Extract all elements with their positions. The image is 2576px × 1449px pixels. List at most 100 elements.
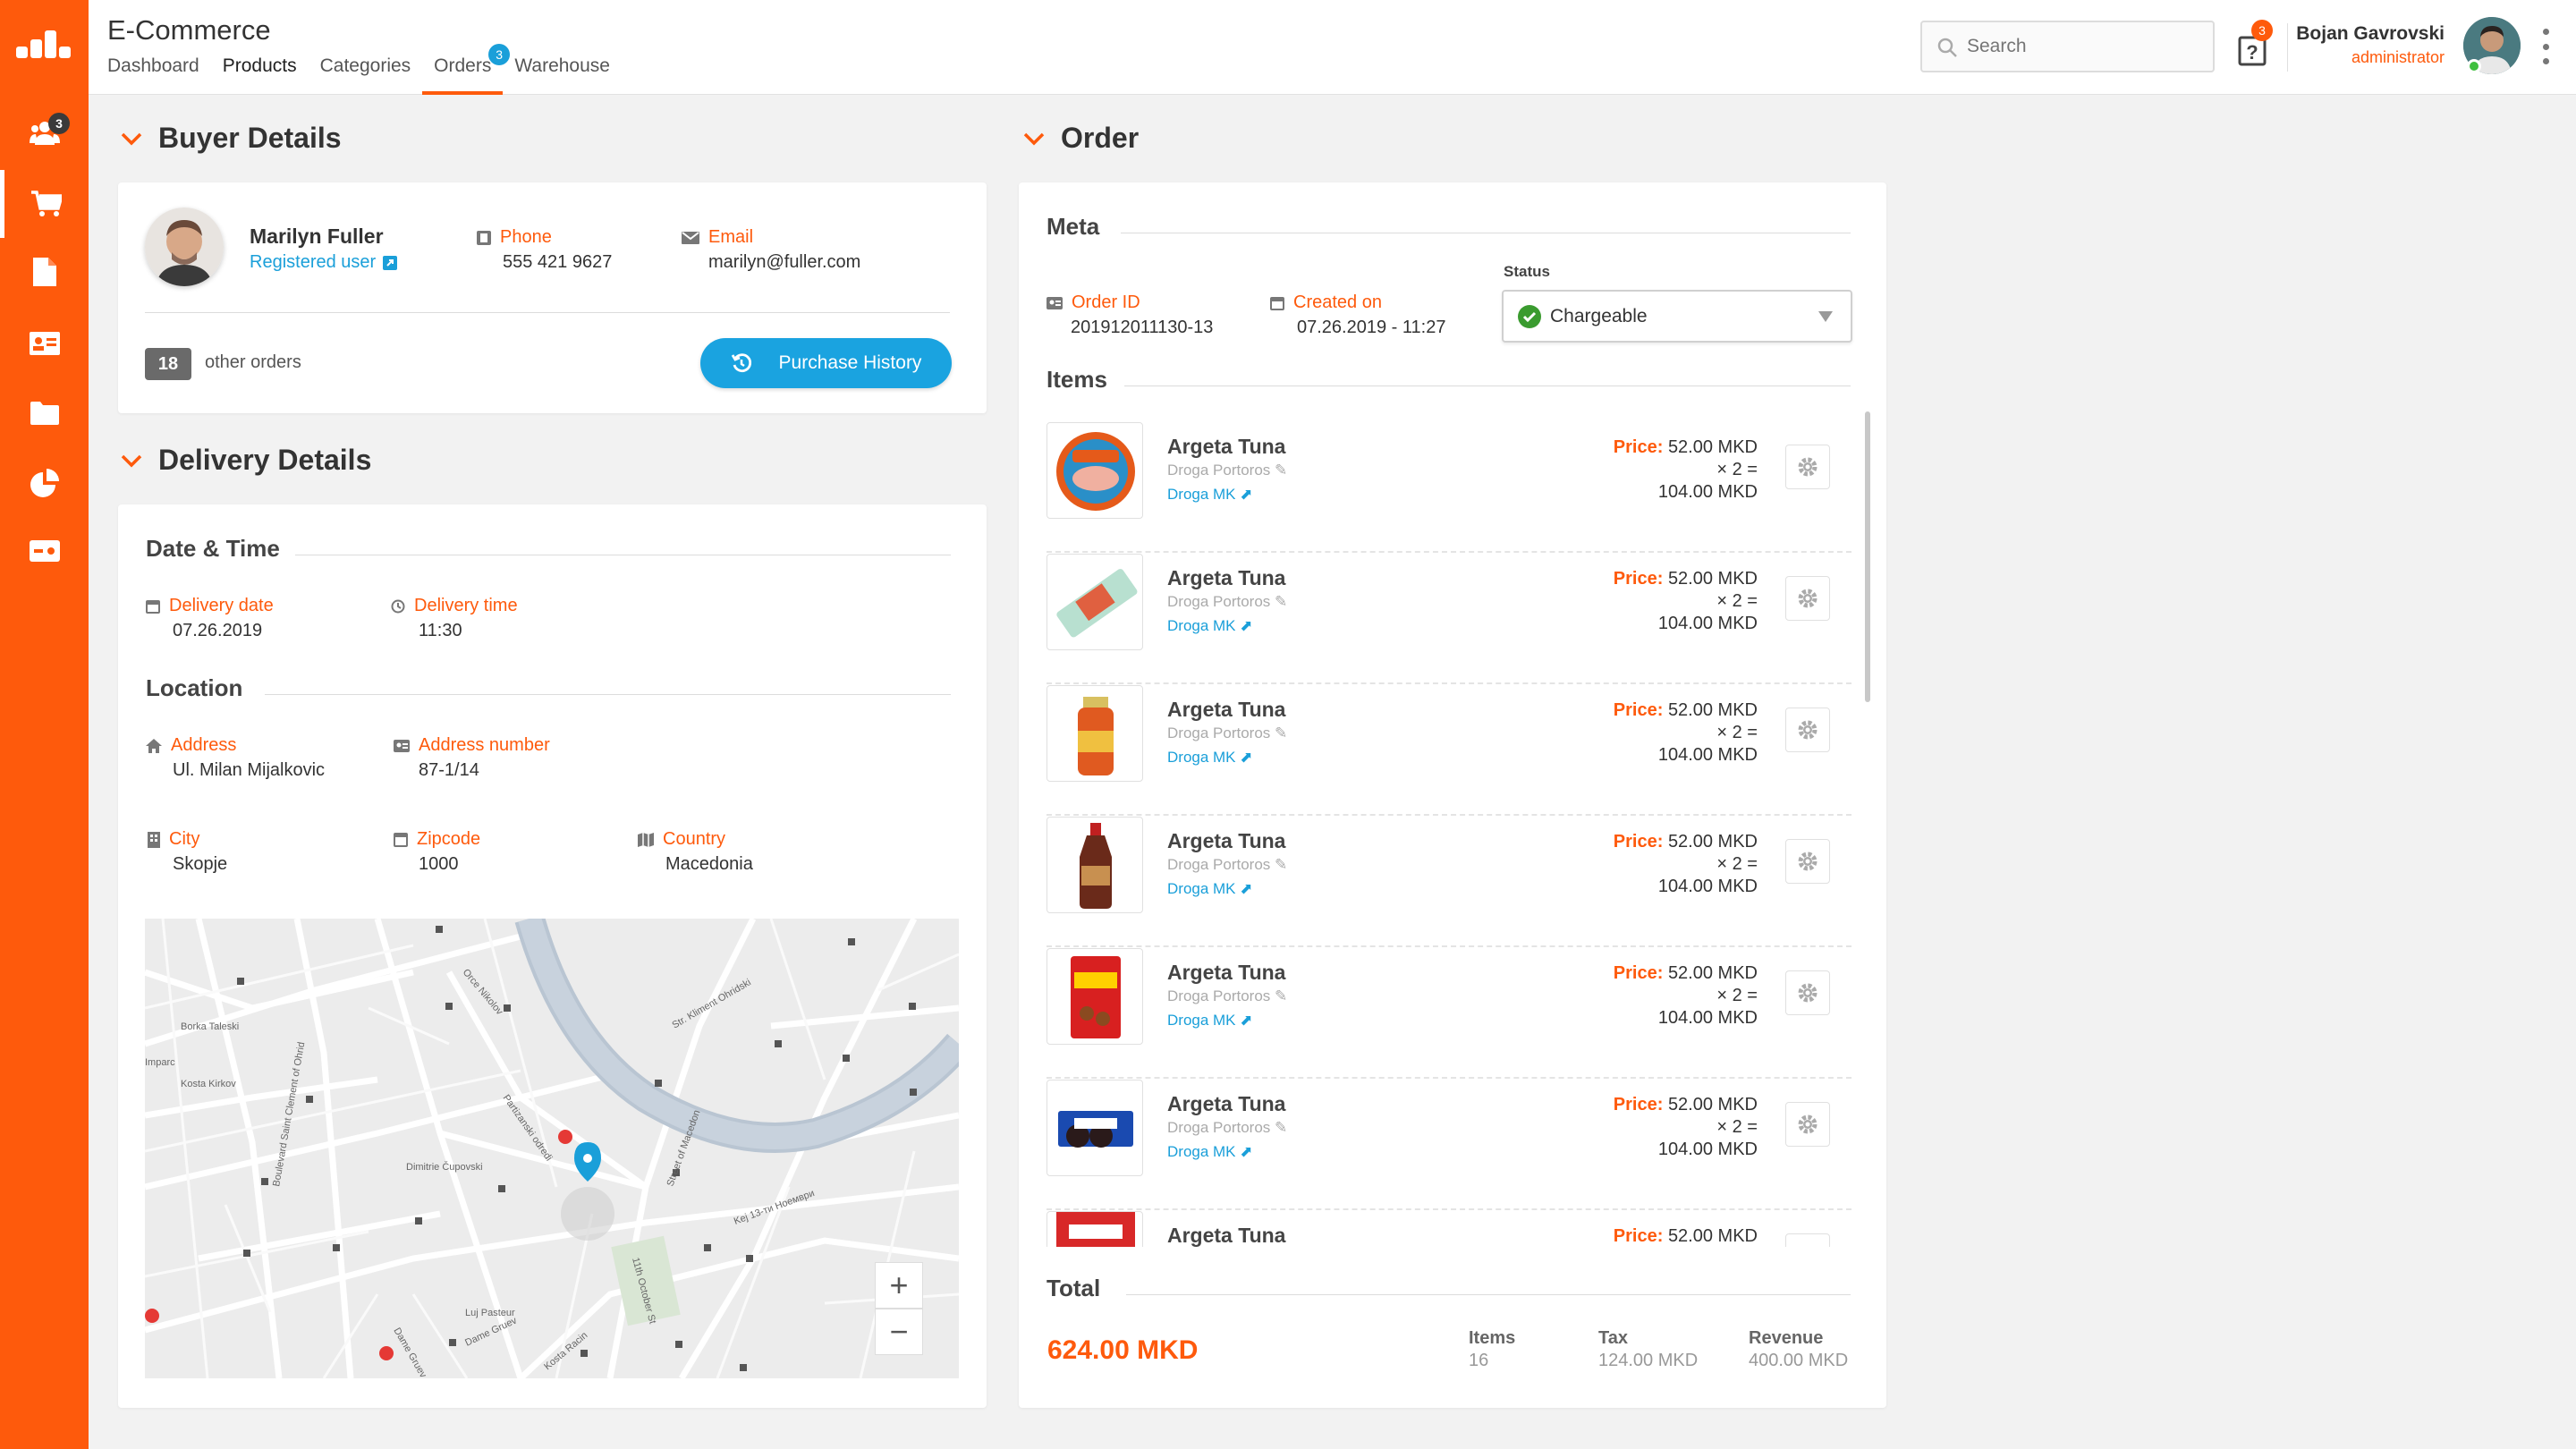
gear-icon [1798, 983, 1818, 1003]
calendar-icon [146, 599, 160, 614]
nav-users[interactable]: 3 [0, 98, 89, 166]
phone-value: 555 421 9627 [503, 252, 613, 272]
product-thumbnail[interactable] [1046, 685, 1143, 782]
tab-products[interactable]: Products [223, 55, 297, 95]
status-select[interactable]: Chargeable [1502, 290, 1852, 343]
address-number-label: Address number [419, 735, 550, 755]
svg-text:Imparc: Imparc [145, 1057, 175, 1068]
item-supplier-link[interactable]: Droga MK ⬈ [1167, 749, 1253, 767]
item-settings-button[interactable] [1785, 1102, 1830, 1147]
item-price: Price: 52.00 MKD × 2 = 104.00 MKD [1613, 963, 1758, 1028]
nav-cart[interactable] [0, 170, 89, 238]
created-label: Created on [1293, 292, 1382, 312]
chevron-down-icon [121, 454, 142, 467]
chevron-down-icon [1023, 132, 1045, 145]
red-pack-image [1056, 1212, 1135, 1247]
edit-icon: ✎ [1275, 593, 1288, 610]
order-total-value: 624.00 MKD [1047, 1335, 1199, 1365]
search-icon [1937, 38, 1957, 57]
svg-text:Dimitrie Čupovski: Dimitrie Čupovski [406, 1161, 483, 1173]
item-supplier-link[interactable]: Droga MK ⬈ [1167, 617, 1253, 635]
item-settings-button[interactable] [1785, 708, 1830, 752]
item-supplier-link[interactable]: Droga MK ⬈ [1167, 1143, 1253, 1161]
item-price: Price: 52.00 MKD × 2 = 104.00 MKD [1613, 700, 1758, 765]
buyer-section-header[interactable]: Buyer Details [121, 122, 342, 155]
list-item: Argeta Tuna Droga Portoros ✎ Droga MK ⬈ … [1046, 685, 1852, 816]
item-supplier-link[interactable]: Droga MK ⬈ [1167, 1012, 1253, 1030]
gear-icon [1798, 457, 1818, 477]
product-thumbnail[interactable] [1046, 817, 1143, 913]
item-name: Argeta Tuna [1167, 1224, 1286, 1247]
nav-folders[interactable] [0, 379, 89, 447]
item-price: Price: 52.00 MKD × 2 = 104.00 MKD [1613, 569, 1758, 633]
datetime-heading: Date & Time [146, 535, 280, 562]
item-settings-button[interactable] [1785, 445, 1830, 489]
gear-icon [1798, 720, 1818, 740]
zipcode-label-row: Zipcode [394, 829, 480, 850]
purchase-history-button[interactable]: Purchase History [700, 338, 952, 388]
item-settings-button[interactable] [1785, 970, 1830, 1015]
status-value: Chargeable [1550, 306, 1648, 326]
items-scrollbar[interactable] [1865, 411, 1870, 702]
item-supplier[interactable]: Droga Portoros ✎ [1167, 856, 1287, 874]
item-supplier-link[interactable]: Droga MK ⬈ [1167, 880, 1253, 898]
nav-reports[interactable] [0, 449, 89, 517]
external-link-icon: ⬈ [1240, 880, 1253, 897]
item-price: Price: 52.00 MKD × 2 = 104.00 MKD [1613, 832, 1758, 896]
online-status-dot [2467, 59, 2481, 73]
product-thumbnail[interactable] [1046, 948, 1143, 1045]
order-section-header[interactable]: Order [1023, 122, 1139, 155]
order-id-label-row: Order ID [1046, 292, 1140, 313]
delivery-section-header[interactable]: Delivery Details [121, 444, 371, 477]
item-settings-button[interactable] [1785, 576, 1830, 621]
edit-icon: ✎ [1275, 856, 1288, 873]
tab-warehouse[interactable]: Warehouse [514, 55, 610, 95]
product-thumbnail[interactable] [1046, 1080, 1143, 1176]
address-label: Address [171, 735, 237, 755]
user-name[interactable]: Bojan Gavrovski [2296, 23, 2445, 45]
external-link-icon: ⬈ [1240, 486, 1253, 503]
delivery-map[interactable]: Borka Taleski Kosta Kirkov Imparc Dimitrie… [145, 919, 959, 1378]
svg-text:Borka Taleski: Borka Taleski [181, 1021, 239, 1032]
item-settings-button[interactable] [1785, 1233, 1830, 1247]
item-settings-button[interactable] [1785, 839, 1830, 884]
product-thumbnail[interactable] [1046, 422, 1143, 519]
tab-categories[interactable]: Categories [320, 55, 411, 95]
tab-orders[interactable]: Orders 3 [422, 44, 511, 95]
nav-tickets[interactable] [0, 517, 89, 585]
search-input[interactable] [1967, 33, 2199, 60]
sidebar: 3 [0, 0, 89, 1449]
other-orders-label: other orders [205, 352, 301, 372]
zoom-in-button[interactable]: + [875, 1262, 923, 1309]
tax-value: 124.00 MKD [1598, 1351, 1699, 1370]
product-thumbnail[interactable] [1046, 554, 1143, 650]
more-menu-icon[interactable] [2543, 29, 2550, 64]
chevron-down-icon [121, 132, 142, 145]
tab-dashboard[interactable]: Dashboard [107, 55, 199, 95]
zoom-out-button[interactable]: − [875, 1309, 923, 1355]
item-supplier[interactable]: Droga Portoros ✎ [1167, 724, 1287, 742]
items-list: Argeta Tuna Droga Portoros ✎ Droga MK ⬈ … [1019, 406, 1877, 1247]
logo-icon[interactable] [16, 30, 75, 61]
registered-user-link[interactable]: Registered user [250, 252, 398, 273]
list-item: Argeta Tuna Droga Portoros ✎ Droga MK ⬈ … [1046, 554, 1852, 684]
item-supplier[interactable]: Droga Portoros ✎ [1167, 593, 1287, 611]
id-card-icon [1046, 296, 1063, 309]
item-supplier[interactable]: Droga Portoros ✎ [1167, 462, 1287, 479]
product-thumbnail[interactable] [1046, 1211, 1143, 1247]
home-icon [146, 738, 162, 753]
item-supplier-link[interactable]: Droga MK ⬈ [1167, 486, 1253, 504]
city-label-row: City [148, 829, 199, 850]
nav-documents[interactable] [0, 238, 89, 306]
total-heading: Total [1046, 1275, 1101, 1301]
city-value: Skopje [173, 854, 228, 874]
tab-orders-badge: 3 [488, 44, 511, 65]
external-link-icon: ⬈ [1240, 617, 1253, 634]
dropdown-arrow-icon [1818, 311, 1833, 322]
item-supplier[interactable]: Droga Portoros ✎ [1167, 987, 1287, 1005]
country-label: Country [663, 829, 726, 849]
item-supplier[interactable]: Droga Portoros ✎ [1167, 1119, 1287, 1137]
other-orders-count: 18 [145, 348, 191, 380]
city-label: City [169, 829, 200, 849]
nav-contacts[interactable] [0, 309, 89, 377]
